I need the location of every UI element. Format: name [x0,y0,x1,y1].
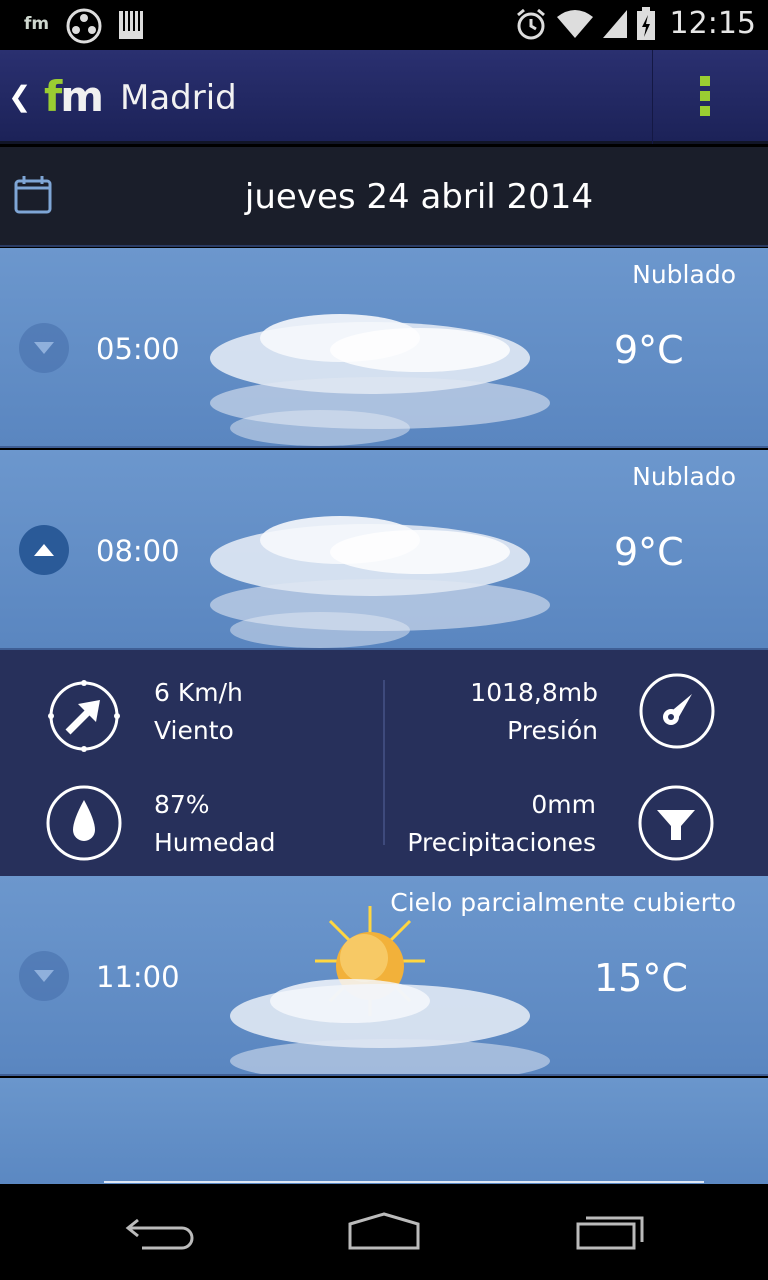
wind-label: Viento [154,716,234,745]
details-divider [383,680,385,845]
hour-time: 11:00 [96,960,180,994]
clock: 12:15 [669,6,756,41]
hour-row[interactable]: 05:00 Nublado 9°C [0,248,768,448]
humidity-drop-icon [46,785,122,861]
list-bottom-area [0,1078,768,1184]
hour-time: 08:00 [96,534,180,568]
cloudy-icon [210,516,550,648]
logo-m: m [60,72,104,121]
temperature-value: 15°C [594,956,688,1000]
fm-logo[interactable]: fm [44,72,104,121]
collapse-chevron-icon[interactable] [19,525,69,575]
pressure-value: 1018,8mb [470,678,598,707]
action-bar: ❮ fm Madrid [0,50,768,144]
battery-icon [636,6,655,40]
partly-cloudy-icon [230,906,550,1074]
wind-direction-icon [48,680,120,752]
precipitation-label: Precipitaciones [407,828,596,857]
cloudy-icon [210,314,550,446]
back-chevron-icon[interactable]: ❮ [8,80,31,113]
overflow-menu-icon[interactable] [690,68,720,124]
humidity-label: Humedad [154,828,276,857]
hour-details-panel: 6 Km/h Viento 1018,8mb Presión 87% Humed… [0,650,768,876]
status-bar: fm 12:15 [0,0,768,50]
pressure-gauge-icon [639,673,715,749]
pressure-label: Presión [507,716,598,745]
recent-apps-icon[interactable] [574,1212,646,1252]
film-reel-icon [66,8,102,44]
temperature-value: 9°C [614,328,684,372]
action-bar-divider [652,50,653,144]
humidity-value: 87% [154,790,210,819]
hour-time: 05:00 [96,332,180,366]
fm-notification-icon: fm [24,14,50,34]
home-icon[interactable] [346,1212,422,1252]
condition-label: Nublado [632,462,736,491]
back-icon[interactable] [124,1212,196,1252]
expand-chevron-icon[interactable] [19,323,69,373]
alarm-icon [516,8,545,39]
wifi-icon [556,9,593,38]
expand-chevron-icon[interactable] [19,951,69,1001]
precipitation-funnel-icon [638,785,714,861]
date-label[interactable]: jueves 24 abril 2014 [0,177,768,217]
signal-icon [602,9,627,38]
hour-row[interactable]: 08:00 Nublado 9°C [0,450,768,650]
city-title: Madrid [120,78,237,118]
date-bar: jueves 24 abril 2014 [0,147,768,247]
logo-f: f [44,72,62,121]
hour-row[interactable]: 11:00 Cielo parcialmente cubierto 15°C [0,876,768,1076]
precipitation-value: 0mm [531,790,596,819]
temperature-value: 9°C [614,530,684,574]
scroll-indicator [104,1181,704,1183]
navigation-bar [0,1184,768,1280]
condition-label: Nublado [632,260,736,289]
condition-label: Cielo parcialmente cubierto [390,888,736,917]
wind-value: 6 Km/h [154,678,243,707]
sd-card-icon [119,11,143,39]
